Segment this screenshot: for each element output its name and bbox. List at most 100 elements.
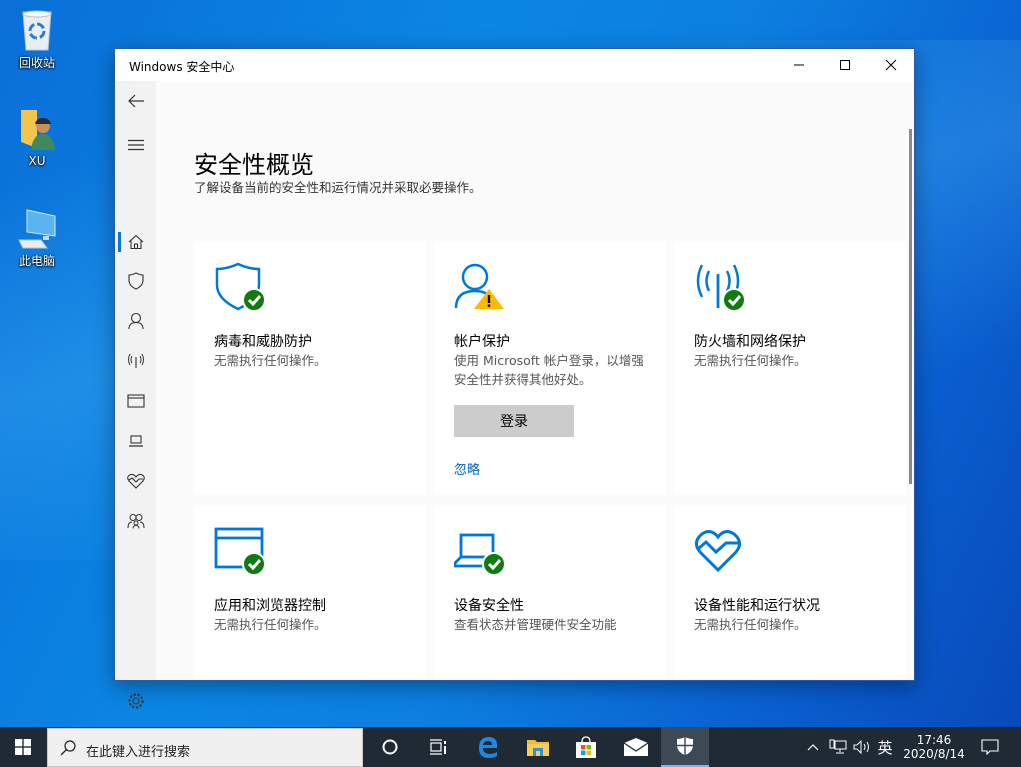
sidebar-item-home[interactable] bbox=[115, 224, 156, 260]
show-hidden-icons-button[interactable] bbox=[802, 727, 824, 767]
card-account-protection[interactable]: 帐户保护 使用 Microsoft 帐户登录，以增强安全性并获得其他好处。 登录… bbox=[434, 241, 666, 495]
mail-button[interactable] bbox=[612, 727, 660, 767]
card-device-performance[interactable]: 设备性能和运行状况 无需执行任何操作。 bbox=[674, 505, 906, 680]
card-title: 病毒和威胁防护 bbox=[214, 334, 312, 350]
window-title: Windows 安全中心 bbox=[129, 60, 235, 74]
sidebar-item-firewall[interactable] bbox=[115, 343, 156, 379]
clock-date: 2020/8/14 bbox=[903, 747, 965, 761]
ime-indicator[interactable]: 英 bbox=[874, 727, 896, 767]
search-icon bbox=[60, 740, 76, 756]
maximize-button[interactable] bbox=[822, 49, 868, 81]
file-explorer-icon bbox=[527, 740, 549, 756]
windows-logo-icon bbox=[15, 739, 31, 755]
desktop-icon-this-pc[interactable]: 此电脑 bbox=[0, 206, 74, 269]
card-description: 无需执行任何操作。 bbox=[214, 353, 327, 368]
sign-in-button[interactable]: 登录 bbox=[454, 405, 574, 437]
antenna-icon bbox=[694, 261, 746, 313]
start-button[interactable] bbox=[0, 727, 46, 767]
maximize-icon bbox=[840, 60, 850, 70]
family-icon bbox=[127, 514, 144, 529]
hamburger-menu-icon bbox=[127, 139, 144, 151]
card-title: 设备安全性 bbox=[454, 598, 524, 614]
main-content: 安全性概览 了解设备当前的安全性和运行情况并采取必要操作。 病毒和威胁防护 无需… bbox=[156, 81, 914, 680]
user-folder-icon bbox=[13, 108, 61, 152]
gear-icon bbox=[127, 693, 144, 709]
clock[interactable]: 17:46 2020/8/14 bbox=[898, 727, 970, 767]
notification-icon bbox=[981, 739, 999, 755]
card-virus-protection[interactable]: 病毒和威胁防护 无需执行任何操作。 bbox=[194, 241, 426, 495]
home-icon bbox=[128, 234, 143, 250]
close-icon bbox=[885, 59, 897, 71]
minimize-button[interactable] bbox=[776, 49, 822, 81]
volume-icon bbox=[853, 740, 869, 754]
page-title: 安全性概览 bbox=[194, 151, 314, 180]
sidebar-item-family-options[interactable] bbox=[115, 503, 156, 539]
volume-button[interactable] bbox=[850, 727, 874, 767]
card-description: 无需执行任何操作。 bbox=[214, 617, 327, 632]
task-view-button[interactable] bbox=[414, 727, 462, 767]
person-warning-icon bbox=[454, 261, 506, 313]
card-description: 查看状态并管理硬件安全功能 bbox=[454, 617, 617, 632]
sidebar bbox=[115, 81, 156, 709]
card-title: 应用和浏览器控制 bbox=[214, 598, 326, 614]
card-app-browser[interactable]: 应用和浏览器控制 无需执行任何操作。 bbox=[194, 505, 426, 680]
card-device-security[interactable]: 设备安全性 查看状态并管理硬件安全功能 bbox=[434, 505, 666, 680]
card-firewall[interactable]: 防火墙和网络保护 无需执行任何操作。 bbox=[674, 241, 906, 495]
desktop-icon-user-folder[interactable]: XU bbox=[0, 108, 74, 168]
menu-button[interactable] bbox=[115, 127, 156, 163]
taskbar-search-box[interactable]: 在此键入进行搜索 bbox=[47, 728, 363, 767]
card-title: 防火墙和网络保护 bbox=[694, 334, 806, 350]
sidebar-item-settings[interactable] bbox=[115, 683, 156, 719]
edge-icon bbox=[479, 737, 498, 758]
action-center-button[interactable] bbox=[976, 727, 1004, 767]
windows-security-taskbar-button[interactable] bbox=[661, 727, 709, 767]
title-bar[interactable]: Windows 安全中心 bbox=[115, 49, 914, 81]
sidebar-item-virus-protection[interactable] bbox=[115, 263, 156, 299]
heart-pulse-icon bbox=[694, 525, 746, 577]
heart-pulse-icon bbox=[126, 473, 145, 489]
close-button[interactable] bbox=[868, 49, 914, 81]
recycle-bin-icon bbox=[13, 8, 61, 52]
page-subtitle: 了解设备当前的安全性和运行情况并采取必要操作。 bbox=[194, 180, 482, 195]
windows-security-window: Windows 安全中心 安全性概览 了解设备当前的安全性和运行情况并采取必要操… bbox=[114, 48, 915, 709]
edge-button[interactable] bbox=[464, 727, 512, 767]
card-description: 无需执行任何操作。 bbox=[694, 617, 807, 632]
windows-security-icon bbox=[677, 737, 693, 755]
laptop-icon bbox=[453, 525, 506, 577]
browser-window-icon bbox=[126, 394, 145, 408]
chevron-up-icon bbox=[807, 744, 819, 751]
desktop-icon-label: 回收站 bbox=[18, 56, 55, 70]
search-placeholder: 在此键入进行搜索 bbox=[86, 745, 191, 760]
cortana-button[interactable] bbox=[366, 727, 414, 767]
cortana-icon bbox=[382, 739, 398, 755]
card-title: 帐户保护 bbox=[454, 334, 510, 350]
network-button[interactable] bbox=[826, 727, 850, 767]
desktop-icon-label: 此电脑 bbox=[18, 254, 55, 268]
clock-time: 17:46 bbox=[916, 733, 952, 747]
file-explorer-button[interactable] bbox=[514, 727, 562, 767]
shield-icon bbox=[214, 261, 266, 313]
back-button[interactable] bbox=[115, 83, 156, 119]
desktop-icon-recycle-bin[interactable]: 回收站 bbox=[0, 8, 74, 71]
sidebar-item-device-performance[interactable] bbox=[115, 463, 156, 499]
mail-icon bbox=[624, 738, 648, 756]
card-description: 使用 Microsoft 帐户登录，以增强安全性并获得其他好处。 bbox=[454, 353, 644, 387]
dismiss-link[interactable]: 忽略 bbox=[454, 459, 480, 478]
browser-window-icon bbox=[214, 525, 266, 577]
taskbar: 在此键入进行搜索 英 17:46 2020/8/14 bbox=[0, 727, 1021, 767]
laptop-icon bbox=[128, 435, 143, 447]
sidebar-item-account-protection[interactable] bbox=[115, 303, 156, 339]
store-icon bbox=[576, 736, 596, 758]
card-description: 无需执行任何操作。 bbox=[694, 353, 807, 368]
sidebar-item-app-browser[interactable] bbox=[115, 383, 156, 419]
network-icon bbox=[829, 739, 847, 754]
this-pc-icon bbox=[13, 206, 61, 250]
task-view-icon bbox=[430, 739, 446, 755]
person-icon bbox=[127, 312, 144, 330]
store-button[interactable] bbox=[562, 727, 610, 767]
shield-icon bbox=[127, 272, 144, 290]
sidebar-item-device-security[interactable] bbox=[115, 423, 156, 459]
minimize-icon bbox=[794, 64, 804, 66]
scrollbar[interactable] bbox=[909, 129, 912, 484]
desktop-icon-label: XU bbox=[28, 154, 46, 168]
